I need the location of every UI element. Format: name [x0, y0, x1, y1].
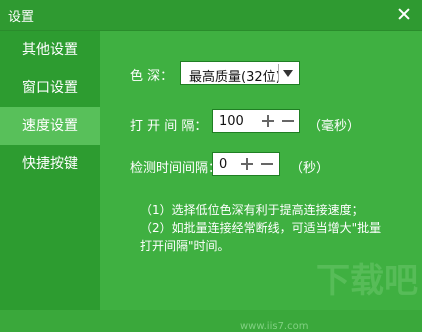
chevron-down-icon[interactable]	[278, 64, 297, 82]
open-interval-row: 打 开 间 隔：	[130, 115, 207, 134]
detect-interval-unit: （秒）	[290, 161, 330, 176]
open-interval-stepper[interactable]: 100	[212, 109, 300, 133]
color-depth-row: 色 深：	[130, 65, 173, 84]
minus-icon[interactable]	[259, 156, 275, 172]
watermark-url: www.iis7.com	[240, 321, 309, 332]
sidebar-item-speed-settings[interactable]: 速度设置	[0, 107, 100, 145]
window-title: 设置	[8, 10, 35, 25]
color-depth-value: 最高质量(32位)	[189, 70, 281, 85]
open-interval-label: 打 开 间 隔：	[130, 119, 208, 134]
detect-interval-row: 检测时间间隔：	[130, 157, 221, 176]
settings-content: 色 深： 最高质量(32位) 打 开 间 隔： 100 （毫秒） 检测时间间隔：…	[100, 31, 422, 332]
plus-icon[interactable]	[260, 113, 276, 129]
open-interval-value[interactable]: 100	[219, 114, 244, 129]
detect-interval-label: 检测时间间隔：	[130, 161, 222, 176]
color-depth-label: 色 深：	[130, 69, 174, 84]
detect-interval-value[interactable]: 0	[219, 157, 227, 172]
note-line-3: 打开间隔"时间。	[140, 239, 230, 253]
minus-icon[interactable]	[280, 113, 296, 129]
note-line-2: （2）如批量连接经常断线，可适当增大"批量	[140, 221, 382, 235]
plus-icon[interactable]	[239, 156, 255, 172]
sidebar: 其他设置 窗口设置 速度设置 快捷按键	[0, 31, 100, 310]
color-depth-select[interactable]: 最高质量(32位)	[180, 61, 300, 85]
sidebar-item-window-settings[interactable]: 窗口设置	[0, 69, 100, 107]
sidebar-item-other-settings[interactable]: 其他设置	[0, 31, 100, 69]
open-interval-unit: （毫秒）	[308, 119, 361, 134]
sidebar-item-shortcut-keys[interactable]: 快捷按键	[0, 145, 100, 183]
watermark-logo: 下载吧	[316, 261, 418, 301]
detect-interval-stepper[interactable]: 0	[212, 152, 280, 176]
close-icon[interactable]	[396, 6, 412, 22]
note-line-1: （1）选择低位色深有利于提高连接速度；	[140, 203, 364, 217]
title-bar: 设置	[0, 0, 422, 31]
